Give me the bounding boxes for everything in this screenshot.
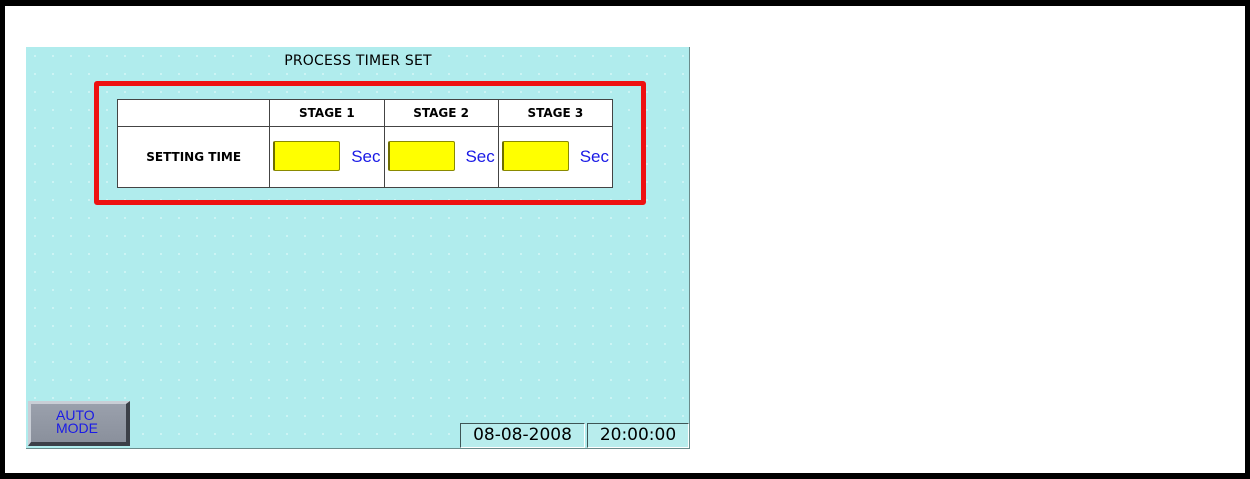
timer-table: STAGE 1 STAGE 2 STAGE 3 SETTING TIME Sec… [116,99,614,188]
stage-3-time-input[interactable] [501,141,569,171]
header-stage-3: STAGE 3 [497,99,614,127]
setting-time-label: SETTING TIME [116,126,271,188]
window-frame: PROCESS TIMER SET STAGE 1 STAGE 2 STAGE … [0,0,1250,479]
stage-1-unit-label: Sec [351,147,381,166]
stage-1-cell: Sec [269,126,385,188]
stage-2-time-input[interactable] [387,141,455,171]
stage-3-cell: Sec [497,126,614,188]
header-stage-2: STAGE 2 [383,99,499,127]
stage-2-unit-label: Sec [465,147,495,166]
stage-2-cell: Sec [383,126,499,188]
screen-title: PROCESS TIMER SET [284,53,432,69]
date-display: 08-08-2008 [460,423,585,448]
time-display: 20:00:00 [587,423,689,448]
auto-mode-button[interactable]: AUTO MODE [28,401,130,446]
table-header-row: STAGE 1 STAGE 2 STAGE 3 [116,99,614,127]
stage-3-unit-label: Sec [579,147,609,166]
header-stage-1: STAGE 1 [269,99,385,127]
stage-1-time-input[interactable] [273,141,341,171]
hmi-screen: PROCESS TIMER SET STAGE 1 STAGE 2 STAGE … [26,47,690,449]
setting-time-row: SETTING TIME Sec Sec Sec [116,126,614,188]
auto-mode-line-2: MODE [56,420,98,436]
header-blank-cell [116,99,271,127]
